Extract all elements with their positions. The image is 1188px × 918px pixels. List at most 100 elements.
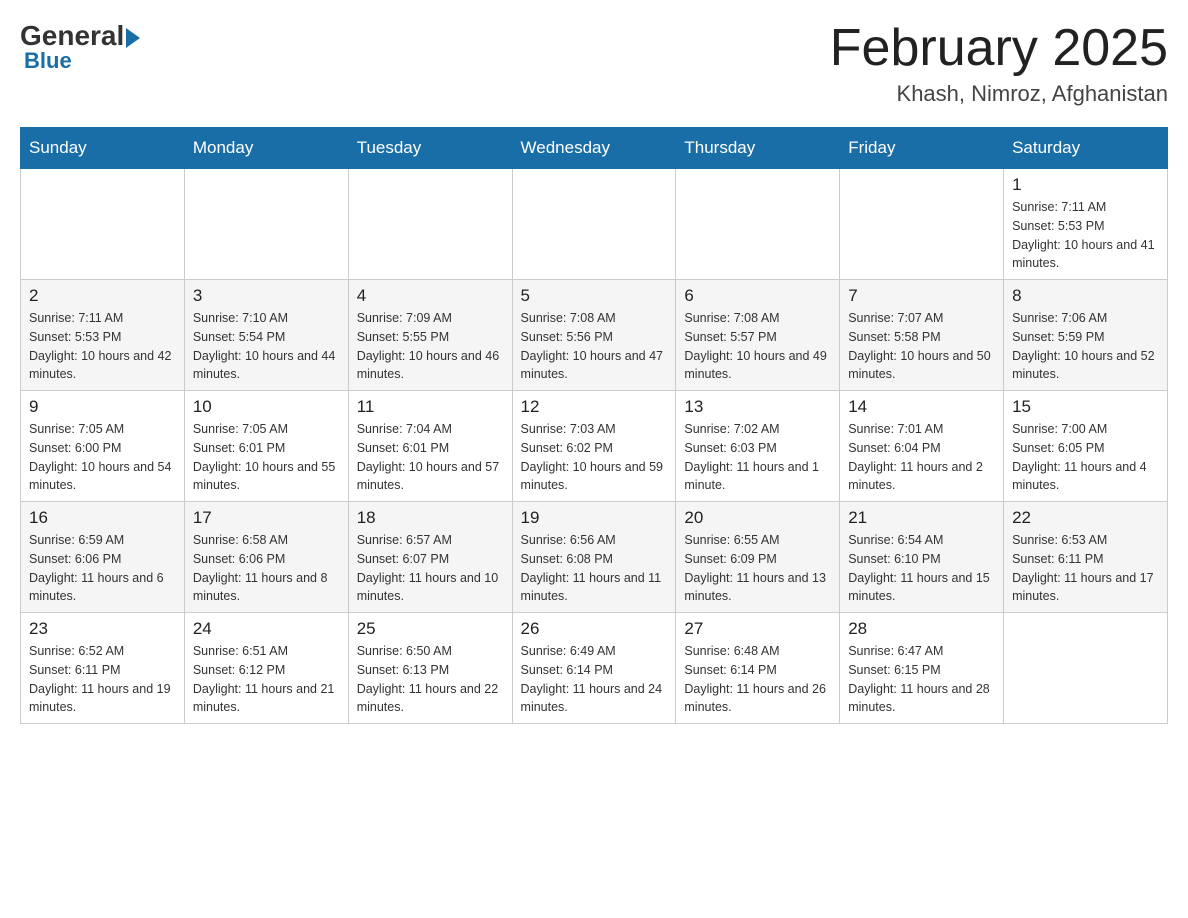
logo[interactable]: General Blue (20, 20, 140, 74)
calendar-week-row: 9 Sunrise: 7:05 AMSunset: 6:00 PMDaylight… (21, 391, 1168, 502)
calendar-day-cell: 21Sunrise: 6:54 AMSunset: 6:10 PMDayligh… (840, 502, 1004, 613)
header-saturday: Saturday (1004, 128, 1168, 169)
day-info: Sunrise: 6:52 AMSunset: 6:11 PMDaylight:… (29, 642, 176, 717)
calendar-day-cell: 17 Sunrise: 6:58 AMSunset: 6:06 PMDayligh… (184, 502, 348, 613)
day-info: Sunrise: 7:07 AMSunset: 5:58 PMDaylight:… (848, 309, 995, 384)
calendar-day-cell: 23 Sunrise: 6:52 AMSunset: 6:11 PMDayligh… (21, 613, 185, 724)
calendar-day-cell: 8 Sunrise: 7:06 AMSunset: 5:59 PMDaylight… (1004, 280, 1168, 391)
day-number: 26 (521, 619, 668, 639)
day-info: Sunrise: 6:49 AMSunset: 6:14 PMDaylight:… (521, 642, 668, 717)
month-year-title: February 2025 (830, 20, 1168, 77)
calendar-day-cell: 26 Sunrise: 6:49 AMSunset: 6:14 PMDayligh… (512, 613, 676, 724)
calendar-day-cell: 20 Sunrise: 6:55 AMSunset: 6:09 PMDayligh… (676, 502, 840, 613)
calendar-day-cell: 9 Sunrise: 7:05 AMSunset: 6:00 PMDaylight… (21, 391, 185, 502)
day-number: 20 (684, 508, 831, 528)
calendar-day-cell (1004, 613, 1168, 724)
day-info: Sunrise: 6:53 AMSunset: 6:11 PMDaylight:… (1012, 531, 1159, 606)
calendar-day-cell: 6Sunrise: 7:08 AMSunset: 5:57 PMDaylight… (676, 280, 840, 391)
day-info: Sunrise: 7:06 AMSunset: 5:59 PMDaylight:… (1012, 309, 1159, 384)
day-number: 27 (684, 619, 831, 639)
day-info: Sunrise: 7:08 AMSunset: 5:56 PMDaylight:… (521, 309, 668, 384)
calendar-day-cell: 11 Sunrise: 7:04 AMSunset: 6:01 PMDayligh… (348, 391, 512, 502)
header-monday: Monday (184, 128, 348, 169)
calendar-day-cell: 13 Sunrise: 7:02 AMSunset: 6:03 PMDayligh… (676, 391, 840, 502)
day-info: Sunrise: 7:04 AMSunset: 6:01 PMDaylight:… (357, 420, 504, 495)
day-number: 9 (29, 397, 176, 417)
day-info: Sunrise: 7:09 AMSunset: 5:55 PMDaylight:… (357, 309, 504, 384)
calendar-week-row: 23 Sunrise: 6:52 AMSunset: 6:11 PMDayligh… (21, 613, 1168, 724)
header-wednesday: Wednesday (512, 128, 676, 169)
day-number: 4 (357, 286, 504, 306)
day-number: 28 (848, 619, 995, 639)
calendar-day-cell: 2 Sunrise: 7:11 AMSunset: 5:53 PMDaylight… (21, 280, 185, 391)
day-number: 1 (1012, 175, 1159, 195)
calendar-day-cell (840, 169, 1004, 280)
header-sunday: Sunday (21, 128, 185, 169)
day-number: 14 (848, 397, 995, 417)
calendar-day-cell: 14Sunrise: 7:01 AMSunset: 6:04 PMDayligh… (840, 391, 1004, 502)
day-info: Sunrise: 6:58 AMSunset: 6:06 PMDaylight:… (193, 531, 340, 606)
day-number: 24 (193, 619, 340, 639)
day-number: 12 (521, 397, 668, 417)
day-info: Sunrise: 7:02 AMSunset: 6:03 PMDaylight:… (684, 420, 831, 495)
header-thursday: Thursday (676, 128, 840, 169)
calendar-day-cell: 16 Sunrise: 6:59 AMSunset: 6:06 PMDayligh… (21, 502, 185, 613)
day-number: 25 (357, 619, 504, 639)
calendar-table: Sunday Monday Tuesday Wednesday Thursday… (20, 127, 1168, 724)
calendar-week-row: 2 Sunrise: 7:11 AMSunset: 5:53 PMDaylight… (21, 280, 1168, 391)
day-info: Sunrise: 7:00 AMSunset: 6:05 PMDaylight:… (1012, 420, 1159, 495)
calendar-week-row: 1 Sunrise: 7:11 AMSunset: 5:53 PMDaylight… (21, 169, 1168, 280)
day-number: 3 (193, 286, 340, 306)
day-number: 22 (1012, 508, 1159, 528)
calendar-day-cell (348, 169, 512, 280)
calendar-day-cell: 22 Sunrise: 6:53 AMSunset: 6:11 PMDayligh… (1004, 502, 1168, 613)
day-info: Sunrise: 6:51 AMSunset: 6:12 PMDaylight:… (193, 642, 340, 717)
calendar-day-cell: 3Sunrise: 7:10 AMSunset: 5:54 PMDaylight… (184, 280, 348, 391)
calendar-day-cell (512, 169, 676, 280)
calendar-day-cell: 18 Sunrise: 6:57 AMSunset: 6:07 PMDayligh… (348, 502, 512, 613)
title-section: February 2025 Khash, Nimroz, Afghanistan (830, 20, 1168, 107)
calendar-day-cell: 10Sunrise: 7:05 AMSunset: 6:01 PMDayligh… (184, 391, 348, 502)
header-tuesday: Tuesday (348, 128, 512, 169)
day-info: Sunrise: 6:54 AMSunset: 6:10 PMDaylight:… (848, 531, 995, 606)
day-number: 15 (1012, 397, 1159, 417)
day-number: 18 (357, 508, 504, 528)
day-number: 6 (684, 286, 831, 306)
calendar-week-row: 16 Sunrise: 6:59 AMSunset: 6:06 PMDayligh… (21, 502, 1168, 613)
calendar-day-cell: 25 Sunrise: 6:50 AMSunset: 6:13 PMDayligh… (348, 613, 512, 724)
logo-blue-text: Blue (24, 48, 72, 74)
calendar-day-cell: 12 Sunrise: 7:03 AMSunset: 6:02 PMDayligh… (512, 391, 676, 502)
day-number: 5 (521, 286, 668, 306)
calendar-day-cell: 15 Sunrise: 7:00 AMSunset: 6:05 PMDayligh… (1004, 391, 1168, 502)
day-info: Sunrise: 7:11 AMSunset: 5:53 PMDaylight:… (29, 309, 176, 384)
day-info: Sunrise: 6:50 AMSunset: 6:13 PMDaylight:… (357, 642, 504, 717)
calendar-day-cell (184, 169, 348, 280)
calendar-day-cell: 7 Sunrise: 7:07 AMSunset: 5:58 PMDaylight… (840, 280, 1004, 391)
calendar-day-cell: 1 Sunrise: 7:11 AMSunset: 5:53 PMDaylight… (1004, 169, 1168, 280)
calendar-day-cell: 5 Sunrise: 7:08 AMSunset: 5:56 PMDaylight… (512, 280, 676, 391)
day-info: Sunrise: 6:59 AMSunset: 6:06 PMDaylight:… (29, 531, 176, 606)
day-info: Sunrise: 6:57 AMSunset: 6:07 PMDaylight:… (357, 531, 504, 606)
day-info: Sunrise: 6:47 AMSunset: 6:15 PMDaylight:… (848, 642, 995, 717)
day-info: Sunrise: 6:55 AMSunset: 6:09 PMDaylight:… (684, 531, 831, 606)
day-number: 11 (357, 397, 504, 417)
header-friday: Friday (840, 128, 1004, 169)
day-number: 7 (848, 286, 995, 306)
calendar-day-cell: 28 Sunrise: 6:47 AMSunset: 6:15 PMDayligh… (840, 613, 1004, 724)
page-header: General Blue February 2025 Khash, Nimroz… (20, 20, 1168, 107)
calendar-day-cell: 27Sunrise: 6:48 AMSunset: 6:14 PMDayligh… (676, 613, 840, 724)
day-number: 2 (29, 286, 176, 306)
calendar-day-cell (676, 169, 840, 280)
calendar-day-cell: 4 Sunrise: 7:09 AMSunset: 5:55 PMDaylight… (348, 280, 512, 391)
calendar-day-cell: 19 Sunrise: 6:56 AMSunset: 6:08 PMDayligh… (512, 502, 676, 613)
day-info: Sunrise: 7:03 AMSunset: 6:02 PMDaylight:… (521, 420, 668, 495)
day-number: 19 (521, 508, 668, 528)
day-number: 8 (1012, 286, 1159, 306)
day-number: 17 (193, 508, 340, 528)
day-number: 13 (684, 397, 831, 417)
day-info: Sunrise: 6:56 AMSunset: 6:08 PMDaylight:… (521, 531, 668, 606)
day-info: Sunrise: 7:05 AMSunset: 6:00 PMDaylight:… (29, 420, 176, 495)
day-number: 23 (29, 619, 176, 639)
day-number: 16 (29, 508, 176, 528)
day-info: Sunrise: 7:11 AMSunset: 5:53 PMDaylight:… (1012, 198, 1159, 273)
